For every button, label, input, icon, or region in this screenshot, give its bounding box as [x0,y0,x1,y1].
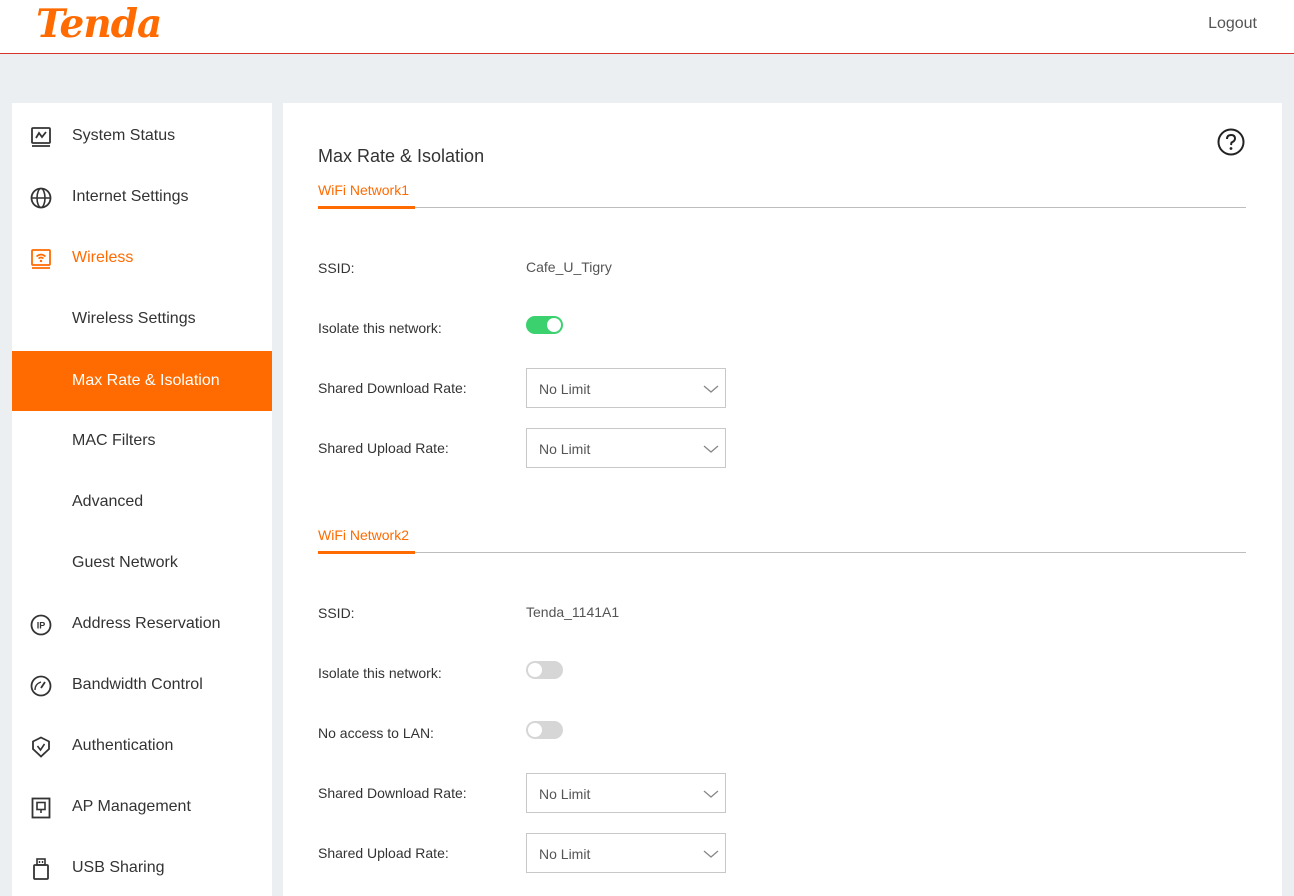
sidebar-item-label: Guest Network [72,554,178,571]
help-icon[interactable] [1217,128,1245,156]
tab-divider [318,207,1246,208]
ssid-label: SSID: [318,260,355,276]
download-rate-value: No Limit [539,381,591,397]
sidebar-item-label: Advanced [72,493,144,510]
access-point-icon [31,797,51,819]
sidebar-item-address-reservation[interactable]: IP Address Reservation [12,594,272,654]
monitor-chart-icon [31,127,51,147]
sidebar-item-label: Max Rate & Isolation [72,372,220,389]
sidebar-item-bandwidth-control[interactable]: Bandwidth Control [12,655,272,715]
sidebar-item-label: AP Management [72,798,191,815]
isolate-label: Isolate this network: [318,320,442,336]
chevron-down-icon [703,850,719,858]
ssid-value: Cafe_U_Tigry [526,259,612,275]
tab-divider [318,552,1246,553]
sidebar-item-wireless[interactable]: Wireless [12,228,272,288]
isolate-network1-toggle[interactable] [526,316,563,334]
sidebar-item-label: MAC Filters [72,432,156,449]
sidebar: System Status Internet Settings Wireless… [12,103,272,896]
sidebar-item-internet-settings[interactable]: Internet Settings [12,167,272,227]
upload-rate-select[interactable]: No Limit [526,833,726,873]
main-panel: Max Rate & Isolation WiFi Network1 SSID:… [283,103,1282,896]
chevron-down-icon [703,445,719,453]
isolate-label: Isolate this network: [318,665,442,681]
download-rate-select[interactable]: No Limit [526,368,726,408]
tenda-logo[interactable]: Tenda [36,2,162,46]
tab-wifi-network1[interactable]: WiFi Network1 [318,181,409,199]
ip-icon: IP [30,614,52,636]
upload-rate-value: No Limit [539,846,591,862]
sidebar-item-label: Wireless [72,249,134,266]
top-bar: Tenda Logout [0,0,1294,54]
sidebar-item-label: Wireless Settings [72,310,196,327]
no-lan-access-toggle[interactable] [526,721,563,739]
page-title: Max Rate & Isolation [318,146,485,166]
sidebar-item-label: System Status [72,127,176,144]
gauge-icon [30,675,52,697]
sidebar-item-guest-network[interactable]: Guest Network [12,533,272,593]
tab-active-indicator [318,206,415,209]
sidebar-item-ap-management[interactable]: AP Management [12,777,272,837]
download-rate-label: Shared Download Rate: [318,380,467,396]
upload-rate-value: No Limit [539,441,591,457]
shield-check-icon [32,736,50,758]
upload-rate-label: Shared Upload Rate: [318,440,449,456]
globe-icon [30,187,52,209]
usb-icon [33,858,49,880]
chevron-down-icon [703,385,719,393]
sidebar-item-system-status[interactable]: System Status [12,106,272,166]
logout-link[interactable]: Logout [1208,14,1257,34]
tab-active-indicator [318,551,415,554]
sidebar-item-max-rate-isolation[interactable]: Max Rate & Isolation [12,351,272,411]
upload-rate-select[interactable]: No Limit [526,428,726,468]
download-rate-value: No Limit [539,786,591,802]
sidebar-item-label: Internet Settings [72,188,189,205]
sidebar-item-usb-sharing[interactable]: USB Sharing [12,838,272,896]
download-rate-label: Shared Download Rate: [318,785,467,801]
sidebar-item-advanced[interactable]: Advanced [12,472,272,532]
wireless-monitor-icon [31,249,51,269]
no-lan-access-label: No access to LAN: [318,725,434,741]
sidebar-item-label: USB Sharing [72,859,165,876]
chevron-down-icon [703,790,719,798]
sidebar-item-label: Authentication [72,737,174,754]
sidebar-item-wireless-settings[interactable]: Wireless Settings [12,289,272,349]
ssid-value: Tenda_1141A1 [526,604,620,620]
isolate-network2-toggle[interactable] [526,661,563,679]
svg-text:IP: IP [37,621,46,631]
sidebar-item-authentication[interactable]: Authentication [12,716,272,776]
ssid-label: SSID: [318,605,355,621]
sidebar-item-mac-filters[interactable]: MAC Filters [12,411,272,471]
sidebar-item-label: Address Reservation [72,615,221,632]
tab-wifi-network2[interactable]: WiFi Network2 [318,526,409,544]
upload-rate-label: Shared Upload Rate: [318,845,449,861]
download-rate-select[interactable]: No Limit [526,773,726,813]
sidebar-item-label: Bandwidth Control [72,676,203,693]
